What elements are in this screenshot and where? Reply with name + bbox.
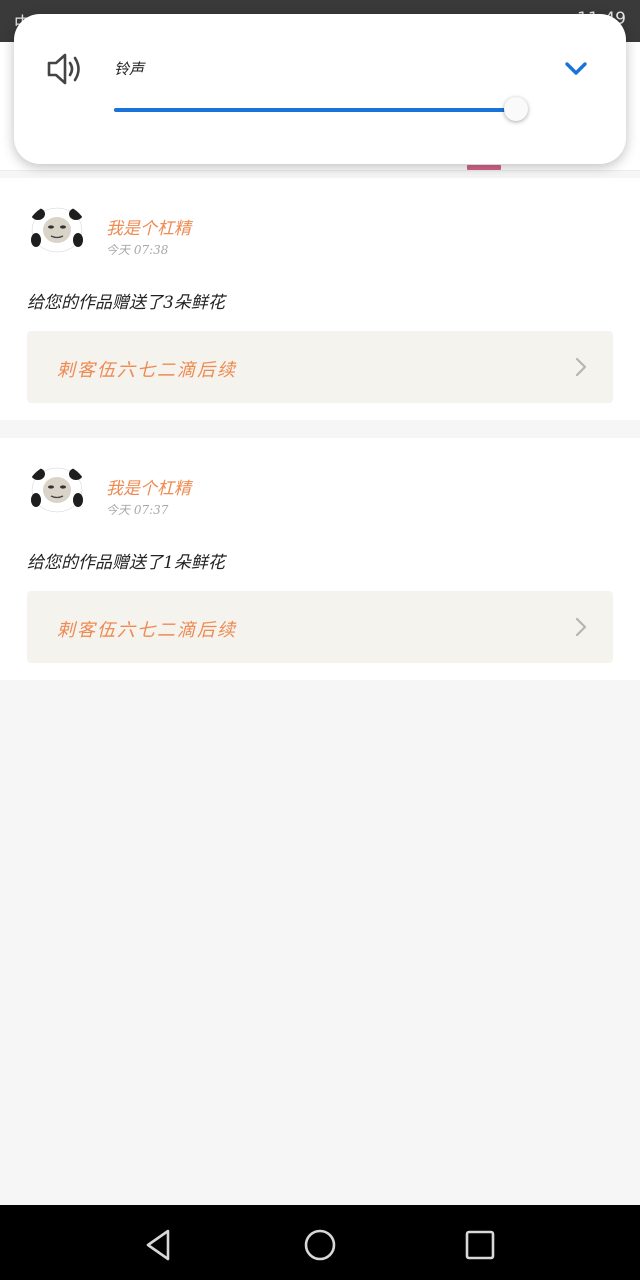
chevron-right-icon xyxy=(575,617,587,637)
notification-message: 给您的作品赠送了3朵鲜花 xyxy=(27,293,225,313)
volume-stream-label: 铃声 xyxy=(114,60,145,78)
chevron-right-icon xyxy=(575,357,587,377)
sender-username[interactable]: 我是个杠精 xyxy=(106,214,191,239)
avatar[interactable] xyxy=(26,204,88,266)
avatar[interactable] xyxy=(26,464,88,526)
recents-icon[interactable] xyxy=(460,1225,500,1265)
volume-panel: 铃声 xyxy=(14,14,626,164)
panda-meme-image xyxy=(31,467,83,513)
notification-time: 今天 07:38 xyxy=(106,243,169,257)
chevron-down-icon[interactable] xyxy=(564,58,588,78)
tab-indicator xyxy=(467,165,501,170)
navigation-bar xyxy=(0,1205,640,1280)
volume-slider-fill xyxy=(114,108,516,112)
volume-slider[interactable] xyxy=(114,97,528,121)
work-title: 剌客伍六七二滴后续 xyxy=(57,620,237,641)
sender-username[interactable]: 我是个杠精 xyxy=(106,474,191,499)
work-link[interactable]: 剌客伍六七二滴后续 xyxy=(27,331,613,403)
notification-message: 给您的作品赠送了1朵鲜花 xyxy=(27,553,225,573)
volume-slider-thumb[interactable] xyxy=(503,97,528,121)
notification-card: 我是个杠精 今天 07:37 给您的作品赠送了1朵鲜花 剌客伍六七二滴后续 xyxy=(0,438,640,680)
home-icon[interactable] xyxy=(300,1225,340,1265)
back-icon[interactable] xyxy=(140,1225,180,1265)
work-title: 剌客伍六七二滴后续 xyxy=(57,360,237,381)
work-link[interactable]: 剌客伍六七二滴后续 xyxy=(27,591,613,663)
speaker-icon[interactable] xyxy=(46,52,84,86)
panda-meme-image xyxy=(31,207,83,253)
notification-time: 今天 07:37 xyxy=(106,503,169,517)
notification-card: 我是个杠精 今天 07:38 给您的作品赠送了3朵鲜花 剌客伍六七二滴后续 xyxy=(0,178,640,420)
